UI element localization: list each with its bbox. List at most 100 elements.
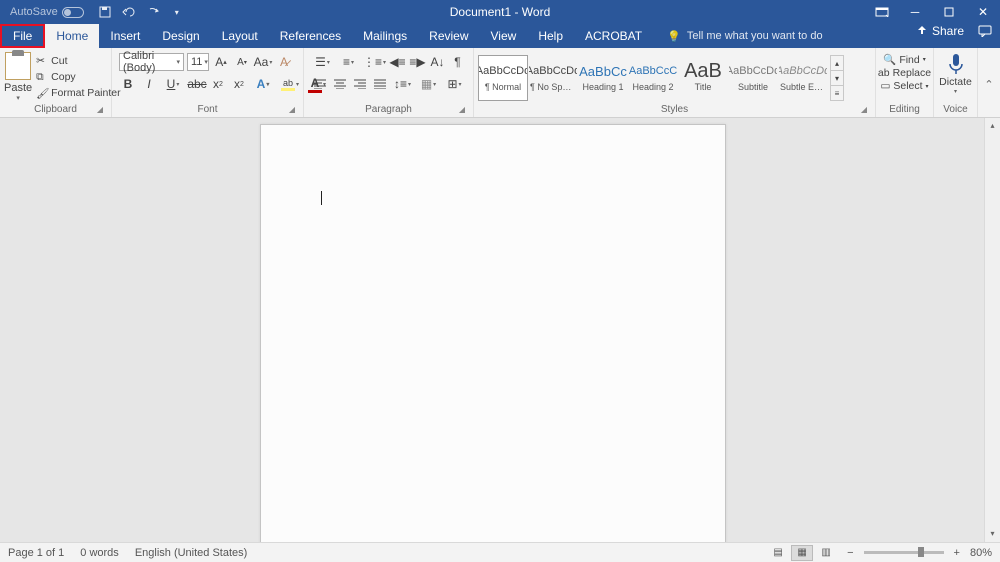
style-heading-2[interactable]: AaBbCcCHeading 2 [628,55,678,101]
clipboard-launcher-icon[interactable]: ◢ [95,105,105,115]
page-count[interactable]: Page 1 of 1 [8,547,64,559]
tab-layout[interactable]: Layout [211,24,269,48]
zoom-in-icon[interactable]: + [954,547,960,559]
tab-help[interactable]: Help [527,24,574,48]
print-layout-icon[interactable]: ▦ [791,545,813,561]
clipboard-label: Clipboard [34,104,77,115]
style-subtitle[interactable]: AaBbCcDdSubtitle [728,55,778,101]
styles-expand-icon[interactable]: ≡ [831,86,843,100]
zoom-out-icon[interactable]: − [847,547,853,559]
paste-button[interactable]: Paste ▾ [4,52,32,102]
italic-button[interactable]: I [140,75,158,93]
word-count[interactable]: 0 words [80,547,119,559]
tab-view[interactable]: View [480,24,528,48]
replace-button[interactable]: abReplace [875,67,934,79]
style-subtle-emphasis[interactable]: AaBbCcDdSubtle Em... [778,55,828,101]
font-launcher-icon[interactable]: ◢ [287,105,297,115]
group-styles: AaBbCcDd¶ Normal AaBbCcDd¶ No Spac... Aa… [474,48,876,117]
group-paragraph: ☰▾ ≡▾ ⋮≡▾ ◀≡ ≡▶ A↓ ¶ ↕≡▾ ▦▾ ⊞▾ Paragraph… [304,48,474,117]
qat-customize-icon[interactable]: ▾ [170,5,184,19]
style-heading-1[interactable]: AaBbCcHeading 1 [578,55,628,101]
clear-formatting-icon[interactable]: A̷ [275,53,293,71]
cut-button[interactable]: ✂Cut [34,54,122,68]
redo-icon[interactable] [146,5,160,19]
share-button[interactable]: Share [916,24,964,38]
bullets-icon[interactable]: ☰▾ [311,53,335,71]
show-marks-icon[interactable]: ¶ [449,53,467,71]
styles-scroll-down-icon[interactable]: ▾ [831,71,843,86]
shading-icon[interactable]: ▦▾ [417,75,441,93]
vertical-scrollbar[interactable]: ▴ ▾ [984,118,1000,542]
line-spacing-icon[interactable]: ↕≡▾ [391,75,415,93]
align-right-icon[interactable] [351,75,369,93]
language-status[interactable]: English (United States) [135,547,248,559]
format-painter-button[interactable]: 🖌Format Painter [34,86,122,100]
replace-icon: ab [878,67,890,79]
strikethrough-button[interactable]: abc [188,75,206,93]
select-button[interactable]: ▭Select▾ [877,80,931,92]
tab-home[interactable]: Home [45,24,99,48]
style-title[interactable]: AaBTitle [678,55,728,101]
undo-icon[interactable] [122,5,136,19]
search-icon: 💡 [667,30,681,43]
comments-icon[interactable] [978,25,992,37]
numbering-icon[interactable]: ≡▾ [337,53,361,71]
increase-indent-icon[interactable]: ≡▶ [409,53,427,71]
sort-icon[interactable]: A↓ [429,53,447,71]
zoom-level[interactable]: 80% [970,547,992,559]
font-name-combo[interactable]: Calibri (Body)▾ [119,53,184,71]
align-left-icon[interactable] [311,75,329,93]
styles-scroll: ▴ ▾ ≡ [830,55,844,101]
tell-me-search[interactable]: 💡 Tell me what you want to do [667,24,822,48]
close-button[interactable]: ✕ [966,0,1000,24]
maximize-button[interactable] [932,0,966,24]
change-case-icon[interactable]: Aa▾ [254,53,272,71]
tab-file[interactable]: File [0,24,45,48]
text-cursor [321,191,322,205]
collapse-ribbon-icon[interactable]: ⌃ [978,48,1000,117]
bold-button[interactable]: B [119,75,137,93]
tab-references[interactable]: References [269,24,352,48]
find-button[interactable]: 🔍Find▾ [880,53,929,66]
paragraph-launcher-icon[interactable]: ◢ [457,105,467,115]
quick-access-toolbar: ▾ [98,5,184,19]
multilevel-list-icon[interactable]: ⋮≡▾ [363,53,387,71]
style-normal[interactable]: AaBbCcDd¶ Normal [478,55,528,101]
tab-review[interactable]: Review [418,24,479,48]
styles-launcher-icon[interactable]: ◢ [859,105,869,115]
dictate-button[interactable]: Dictate ▾ [938,50,973,104]
text-effects-icon[interactable]: A▾ [251,75,275,93]
group-clipboard: Paste ▾ ✂Cut ⧉Copy 🖌Format Painter Clipb… [0,48,112,117]
style-no-spacing[interactable]: AaBbCcDd¶ No Spac... [528,55,578,101]
tab-acrobat[interactable]: ACROBAT [574,24,653,48]
highlight-icon[interactable]: ab▾ [278,75,302,93]
borders-icon[interactable]: ⊞▾ [443,75,467,93]
paragraph-label: Paragraph [365,104,412,115]
scroll-down-icon[interactable]: ▾ [985,526,1000,542]
document-page[interactable] [260,124,726,542]
superscript-button[interactable]: x2 [230,75,248,93]
minimize-button[interactable]: ─ [898,0,932,24]
align-center-icon[interactable] [331,75,349,93]
justify-icon[interactable] [371,75,389,93]
tab-mailings[interactable]: Mailings [352,24,418,48]
autosave-toggle[interactable]: AutoSave [10,6,84,18]
font-size-combo[interactable]: 11▾ [187,53,209,71]
web-layout-icon[interactable]: ▥ [815,545,837,561]
app-name: Word [522,5,550,19]
scroll-up-icon[interactable]: ▴ [985,118,1000,134]
read-mode-icon[interactable]: ▤ [767,545,789,561]
styles-label: Styles [661,104,688,115]
underline-button[interactable]: U▾ [161,75,185,93]
decrease-indent-icon[interactable]: ◀≡ [389,53,407,71]
save-icon[interactable] [98,5,112,19]
tab-insert[interactable]: Insert [99,24,151,48]
copy-button[interactable]: ⧉Copy [34,70,122,84]
zoom-slider[interactable] [864,551,944,554]
tab-design[interactable]: Design [151,24,210,48]
grow-font-icon[interactable]: A▴ [212,53,230,71]
subscript-button[interactable]: x2 [209,75,227,93]
ribbon-display-options-icon[interactable] [866,0,898,24]
shrink-font-icon[interactable]: A▾ [233,53,251,71]
styles-scroll-up-icon[interactable]: ▴ [831,56,843,71]
